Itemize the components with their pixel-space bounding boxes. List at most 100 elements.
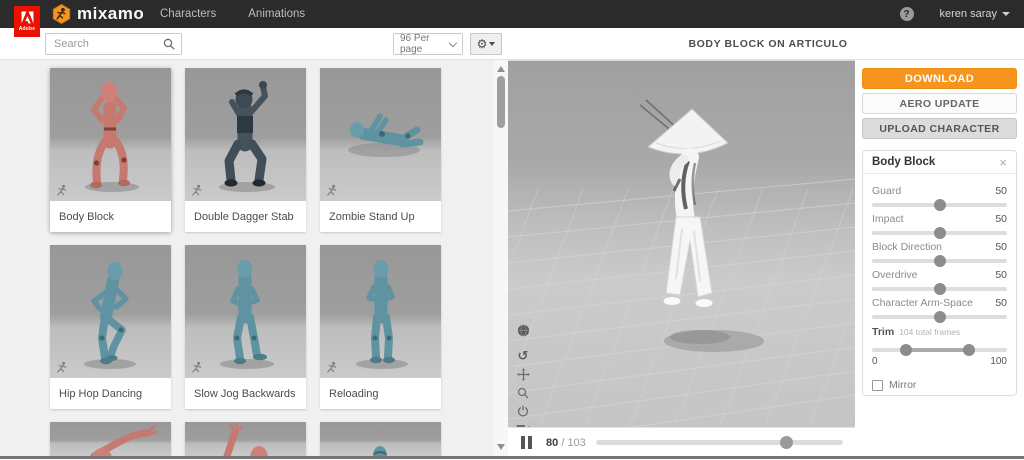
animation-card-zombie-stand-up[interactable]: Zombie Stand Up xyxy=(320,68,441,232)
slider-handle[interactable] xyxy=(933,227,946,239)
zoom-icon[interactable] xyxy=(515,385,531,400)
slider-value: 50 xyxy=(995,241,1007,253)
scroll-down-icon[interactable] xyxy=(497,444,505,452)
card-label: Slow Jog Backwards xyxy=(185,378,306,409)
slider-row-block-direction: Block Direction 50 xyxy=(872,238,1007,253)
animation-card-reloading[interactable]: Reloading xyxy=(320,245,441,409)
animation-run-icon xyxy=(327,184,337,196)
mixamo-logo-icon xyxy=(52,4,71,24)
animation-run-icon xyxy=(327,361,337,373)
timeline-slider[interactable] xyxy=(596,436,843,449)
power-reset-icon[interactable] xyxy=(515,403,531,418)
trim-max: 100 xyxy=(990,356,1007,367)
trim-row: Trim 104 total frames xyxy=(872,326,1007,340)
nav-animations[interactable]: Animations xyxy=(248,8,305,20)
chevron-down-icon xyxy=(449,38,458,47)
user-menu[interactable]: keren saray xyxy=(940,8,1010,20)
slider-row-impact: Impact 50 xyxy=(872,210,1007,225)
thumbnail xyxy=(320,68,441,201)
slider-handle[interactable] xyxy=(933,283,946,295)
slider-handle[interactable] xyxy=(933,311,946,323)
rotate-icon[interactable]: ↺ xyxy=(515,349,531,364)
mirror-checkbox[interactable] xyxy=(872,379,883,391)
search-input[interactable] xyxy=(45,33,182,55)
character-render xyxy=(219,81,275,192)
settings-gear-button[interactable]: ⚙ xyxy=(470,33,502,55)
scrollbar-thumb[interactable] xyxy=(497,76,505,128)
animation-card-partial[interactable] xyxy=(320,422,441,456)
animation-run-icon xyxy=(192,361,202,373)
slider-label: Character Arm-Space xyxy=(872,297,973,309)
animation-card-partial[interactable] xyxy=(50,422,171,456)
help-icon[interactable]: ? xyxy=(899,7,914,21)
trim-range-slider[interactable] xyxy=(872,344,1007,356)
3d-viewport[interactable]: ↺ xyxy=(508,60,855,427)
slider-row-guard: Guard 50 xyxy=(872,182,1007,197)
per-page-select[interactable]: 96 Per page xyxy=(393,33,463,55)
trim-label: Trim xyxy=(872,326,895,338)
impact-slider[interactable] xyxy=(872,227,1007,239)
thumbnail xyxy=(50,245,171,378)
animation-card-hip-hop-dancing[interactable]: Hip Hop Dancing xyxy=(50,245,171,409)
pan-move-icon[interactable] xyxy=(515,367,531,382)
aero-update-button[interactable]: AERO UPDATE xyxy=(862,93,1017,114)
character-render xyxy=(373,446,387,456)
adobe-logo[interactable]: Adobe xyxy=(14,6,40,37)
animation-card-double-dagger-stab[interactable]: Double Dagger Stab xyxy=(185,68,306,232)
slider-handle[interactable] xyxy=(933,255,946,267)
trim-start-handle[interactable] xyxy=(899,344,912,356)
pause-button[interactable] xyxy=(521,436,535,449)
animation-card-partial[interactable] xyxy=(185,422,306,456)
trim-end-handle[interactable] xyxy=(963,344,976,356)
animations-panel: Body Block Double Dagger Stab Zombie Sta… xyxy=(0,60,494,456)
animation-card-body-block[interactable]: Body Block xyxy=(50,68,171,232)
panel-title: Body Block xyxy=(872,156,936,168)
gear-icon: ⚙ xyxy=(476,37,488,51)
animation-card-slow-jog-backwards[interactable]: Slow Jog Backwards xyxy=(185,245,306,409)
character-render xyxy=(220,260,274,369)
world-view-icon[interactable] xyxy=(515,323,531,338)
block-direction-slider[interactable] xyxy=(872,255,1007,267)
current-frame: 80 xyxy=(546,437,559,449)
thumbnail xyxy=(320,245,441,378)
page-title: BODY BLOCK ON ARTICULO xyxy=(688,38,848,50)
chevron-down-icon xyxy=(1002,12,1010,16)
search-box xyxy=(45,33,182,55)
overdrive-slider[interactable] xyxy=(872,283,1007,295)
arm-space-slider[interactable] xyxy=(872,311,1007,323)
timeline-handle[interactable] xyxy=(780,436,794,449)
card-label: Double Dagger Stab xyxy=(185,201,306,232)
slider-handle[interactable] xyxy=(933,199,946,211)
topbar: mixamo Characters Animations ? keren sar… xyxy=(0,0,1024,28)
mixamo-brand[interactable]: mixamo xyxy=(52,4,144,24)
character-render xyxy=(84,262,136,369)
thumbnail xyxy=(185,245,306,378)
slider-value: 50 xyxy=(995,297,1007,309)
trim-minmax: 0 100 xyxy=(872,356,1007,367)
chevron-down-icon xyxy=(489,42,496,46)
panel-header: Body Block × xyxy=(863,151,1016,174)
slider-value: 50 xyxy=(995,269,1007,281)
upload-character-button[interactable]: UPLOAD CHARACTER xyxy=(862,118,1017,139)
scroll-up-icon[interactable] xyxy=(497,64,505,72)
download-button[interactable]: DOWNLOAD xyxy=(862,68,1017,89)
thumbnail xyxy=(185,422,306,456)
mirror-label: Mirror xyxy=(889,379,917,391)
slider-label: Impact xyxy=(872,213,904,225)
panel-body: Guard 50 Impact 50 Block Direction 50 Ov… xyxy=(863,174,1016,391)
nav-characters[interactable]: Characters xyxy=(160,8,216,20)
cards-grid: Body Block Double Dagger Stab Zombie Sta… xyxy=(50,68,470,456)
thumbnail xyxy=(320,422,441,456)
slider-label: Guard xyxy=(872,185,902,197)
thumbnail xyxy=(185,68,306,201)
left-panel-scrollbar[interactable] xyxy=(494,60,508,456)
right-sidebar: DOWNLOAD AERO UPDATE UPLOAD CHARACTER Bo… xyxy=(855,60,1024,456)
thumbnail xyxy=(50,68,171,201)
slider-row-arm-space: Character Arm-Space 50 xyxy=(872,294,1007,309)
close-icon[interactable]: × xyxy=(999,156,1007,169)
viewport-toolbar: ↺ xyxy=(515,323,531,427)
mirror-option[interactable]: Mirror xyxy=(872,379,1007,391)
header-strip: 96 Per page ⚙ BODY BLOCK ON ARTICULO xyxy=(0,28,1024,60)
animation-run-icon xyxy=(57,361,67,373)
guard-slider[interactable] xyxy=(872,199,1007,211)
